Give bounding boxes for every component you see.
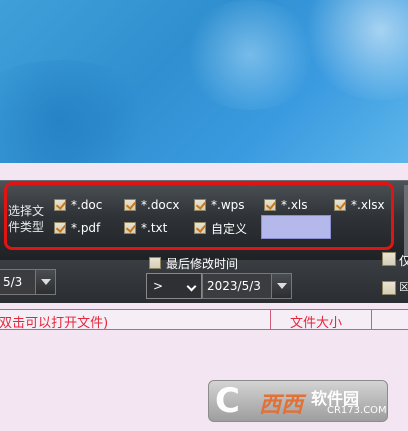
side-label-top: 仅 [399,254,408,268]
group-label-line1: 选择文 [8,204,45,218]
checkbox-box[interactable] [334,199,346,211]
side-checkbox-bottom[interactable] [382,281,396,295]
checkbox-docx[interactable]: *.docx [124,196,179,214]
end-date-picker[interactable]: 2023/5/3 [202,273,292,299]
checkbox-wps[interactable]: *.wps [194,196,245,214]
watermark-domain: CR173.COM [327,405,387,416]
column-divider[interactable] [270,310,271,329]
checkbox-pdf[interactable]: *.pdf [54,219,100,237]
operator-value: > [153,279,164,293]
file-grid-header: (双击可以打开文件) 文件大小 [0,309,408,331]
start-date-value: 5/3 [3,275,23,289]
start-date-picker[interactable]: 5/3 [0,269,56,295]
custom-extension-input[interactable] [261,215,331,239]
background-glow [0,60,160,163]
calendar-dropdown-button[interactable] [271,274,291,298]
file-type-highlight-box [4,182,394,250]
site-watermark-logo: C 西西 软件园 CR173.COM [208,380,388,422]
checkbox-label: *.wps [211,198,245,212]
checkbox-label: *.pdf [71,221,101,235]
desktop-background [0,0,408,163]
last-modified-label: 最后修改时间 [166,256,239,271]
toolbar-edge [404,185,408,257]
side-checkbox-top[interactable] [382,252,396,266]
checkbox-label: *.doc [71,198,103,212]
column-divider[interactable] [371,310,372,329]
end-date-value: 2023/5/3 [207,279,261,293]
checkbox-custom[interactable]: 自定义 [194,219,247,237]
chevron-down-icon [186,281,197,292]
checkbox-box[interactable] [149,257,161,269]
watermark-word: 西西 [259,393,304,418]
checkbox-label: *.xlsx [351,198,385,212]
watermark-letter: C [215,381,240,421]
checkbox-label: *.txt [141,221,168,235]
checkbox-box[interactable] [194,199,206,211]
checkbox-label: *.docx [141,198,180,212]
background-glow [180,0,320,110]
checkbox-doc[interactable]: *.doc [54,196,102,214]
side-label-bottom: ☒ [399,280,408,294]
checkbox-box[interactable] [54,222,66,234]
last-modified-checkbox[interactable]: 最后修改时间 [149,255,238,271]
column-header-name[interactable]: (双击可以打开文件) [0,312,108,331]
checkbox-box[interactable] [264,199,276,211]
file-type-group-label: 选择文 件类型 [8,203,46,235]
checkbox-txt[interactable]: *.txt [124,219,167,237]
operator-select[interactable]: > [146,273,202,299]
checkbox-box[interactable] [54,199,66,211]
checkbox-box[interactable] [124,199,136,211]
checkbox-xlsx[interactable]: *.xlsx [334,196,385,214]
checkbox-box[interactable] [194,222,206,234]
checkbox-label: 自定义 [211,221,248,236]
checkbox-label: *.xls [281,198,308,212]
column-header-size[interactable]: 文件大小 [290,312,342,331]
calendar-dropdown-button[interactable] [35,270,55,294]
group-label-line2: 件类型 [8,220,45,234]
checkbox-xls[interactable]: *.xls [264,196,308,214]
checkbox-box[interactable] [124,222,136,234]
